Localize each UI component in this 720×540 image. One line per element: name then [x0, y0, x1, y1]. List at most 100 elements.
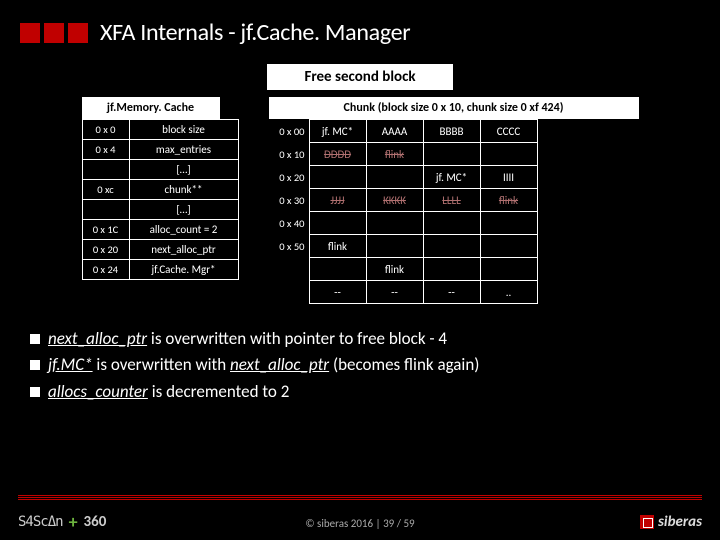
bullet-text: allocs_counter is decremented to 2 [48, 379, 289, 405]
chunk-cell [423, 235, 480, 258]
chunk-cell: flink [366, 143, 423, 166]
bullet-item: next_alloc_ptr is overwritten with point… [30, 326, 690, 352]
memory-cache-table: jf.Memory. Cache 0 x 0block size0 x 4max… [82, 97, 239, 304]
table-row: 0 x 00jf. MC*AAAABBBBCCCC [269, 120, 538, 143]
siberas-logo: siberas [640, 513, 702, 531]
value-cell: […] [129, 160, 238, 180]
chunk-cell [423, 258, 480, 281]
value-cell: chunk** [129, 180, 238, 200]
plus-icon: + [69, 511, 78, 533]
bullet-icon [30, 360, 40, 370]
tables: jf.Memory. Cache 0 x 0block size0 x 4max… [0, 97, 720, 304]
chunk-cell: -- [366, 281, 423, 304]
chunk-cell [309, 212, 366, 235]
copyright: © siberas 2016 | 39 / 59 [305, 517, 414, 530]
footer-divider [18, 499, 702, 500]
chunk-cell: -- [309, 281, 366, 304]
addr-cell [82, 160, 129, 180]
addr-cell: 0 x 24 [82, 260, 129, 280]
chunk-cell [480, 212, 537, 235]
table-row: 0 x 30JJJJKKKKLLLLflink [269, 189, 538, 212]
chunk-cell [366, 212, 423, 235]
chunk-cell [480, 143, 537, 166]
table-row: flink [269, 258, 538, 281]
chunk-cell [423, 143, 480, 166]
addr-cell [82, 200, 129, 220]
chunk-cell: LLLL [423, 189, 480, 212]
header: XFA Internals - jf.Cache. Manager [0, 0, 720, 55]
mem-table-header: jf.Memory. Cache [82, 97, 220, 119]
bullet-icon [30, 387, 40, 397]
square-icon [20, 23, 40, 43]
table-row: 0 xcchunk** [82, 180, 238, 200]
table-row: […] [82, 200, 238, 220]
addr-cell: 0 x 20 [82, 240, 129, 260]
square-icon [44, 23, 64, 43]
logo-squares [20, 23, 88, 43]
value-cell: jf.Cache. Mgr* [129, 260, 238, 280]
addr-cell: 0 xc [82, 180, 129, 200]
value-cell: max_entries [129, 140, 238, 160]
siberas-icon [640, 515, 654, 529]
chunk-cell: jf. MC* [309, 120, 366, 143]
value-cell: […] [129, 200, 238, 220]
bullet-item: jf.MC* is overwritten with next_alloc_pt… [30, 352, 690, 378]
chunk-table-body: 0 x 00jf. MC*AAAABBBBCCCC0 x 10DDDDflink… [269, 119, 538, 304]
mem-table-body: 0 x 0block size0 x 4max_entries[…]0 xcch… [82, 119, 239, 280]
bullet-text: next_alloc_ptr is overwritten with point… [48, 326, 447, 352]
chunk-cell: flink [480, 189, 537, 212]
chunk-cell: AAAA [366, 120, 423, 143]
bullet-list: next_alloc_ptr is overwritten with point… [30, 326, 690, 405]
chunk-cell [480, 235, 537, 258]
addr-cell: 0 x 1C [82, 220, 129, 240]
square-icon [68, 23, 88, 43]
bullet-item: allocs_counter is decremented to 2 [30, 379, 690, 405]
siberas-text: siberas [658, 513, 702, 531]
table-row: 0 x 24jf.Cache. Mgr* [82, 260, 238, 280]
chunk-cell [423, 212, 480, 235]
addr-cell: 0 x 4 [82, 140, 129, 160]
value-cell: block size [129, 120, 238, 140]
chunk-table-header: Chunk (block size 0 x 10, chunk size 0 x… [269, 97, 639, 119]
chunk-cell: IIII [480, 166, 537, 189]
addr-cell: 0 x 50 [269, 235, 310, 258]
addr-cell: 0 x 30 [269, 189, 310, 212]
logo-360: 360 [84, 513, 107, 531]
addr-cell: 0 x 10 [269, 143, 310, 166]
chunk-cell [309, 258, 366, 281]
addr-cell [269, 258, 310, 281]
chunk-cell [366, 166, 423, 189]
addr-cell [269, 281, 310, 304]
value-cell: next_alloc_ptr [129, 240, 238, 260]
bullet-icon [30, 334, 40, 344]
chunk-cell: flink [366, 258, 423, 281]
addr-cell: 0 x 40 [269, 212, 310, 235]
chunk-cell: .. [480, 281, 537, 304]
chunk-cell [309, 166, 366, 189]
table-row: 0 x 50flink [269, 235, 538, 258]
addr-cell: 0 x 0 [82, 120, 129, 140]
chunk-cell: flink [309, 235, 366, 258]
bullet-text: jf.MC* is overwritten with next_alloc_pt… [48, 352, 479, 378]
s4scan-logo: S4ScΔn [18, 514, 63, 530]
chunk-cell: CCCC [480, 120, 537, 143]
action-label: Free second block [266, 63, 454, 91]
chunk-cell: DDDD [309, 143, 366, 166]
chunk-table-wrap: Chunk (block size 0 x 10, chunk size 0 x… [269, 97, 639, 304]
chunk-cell: -- [423, 281, 480, 304]
chunk-cell [480, 258, 537, 281]
chunk-cell [366, 235, 423, 258]
value-cell: alloc_count = 2 [129, 220, 238, 240]
chunk-cell: JJJJ [309, 189, 366, 212]
table-row: 0 x 1Calloc_count = 2 [82, 220, 238, 240]
addr-cell: 0 x 00 [269, 120, 310, 143]
table-row: 0 x 20 jf. MC*IIII [269, 166, 538, 189]
table-row: ------.. [269, 281, 538, 304]
chunk-cell: jf. MC* [423, 166, 480, 189]
chunk-cell: BBBB [423, 120, 480, 143]
table-row: 0 x 40 [269, 212, 538, 235]
table-row: 0 x 10DDDDflink [269, 143, 538, 166]
page-title: XFA Internals - jf.Cache. Manager [100, 18, 410, 47]
chunk-cell: KKKK [366, 189, 423, 212]
addr-cell: 0 x 20 [269, 166, 310, 189]
